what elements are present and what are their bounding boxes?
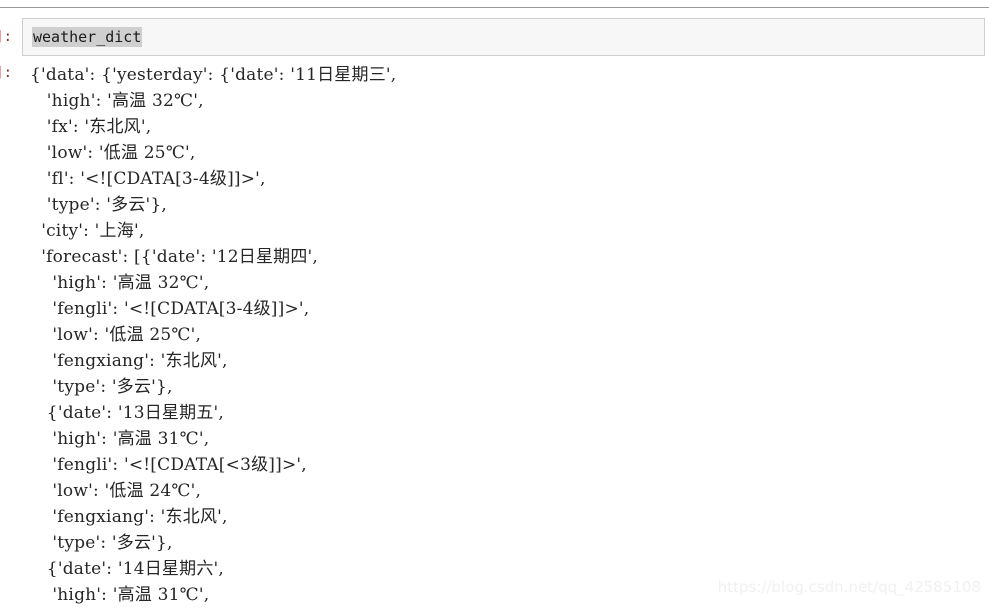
notebook-top-divider (0, 7, 989, 8)
output-prompt-label: ]: (0, 65, 12, 81)
csdn-watermark: https://blog.csdn.net/qq_42585108 (717, 578, 981, 596)
output-text-content: {'data': {'yesterday': {'date': '11日星期三'… (30, 65, 397, 605)
notebook-input-cell-row: ]: weather_dict (0, 18, 989, 58)
code-input-text[interactable]: weather_dict (32, 27, 143, 47)
code-input-area[interactable]: weather_dict (22, 18, 985, 56)
input-prompt-label: ]: (0, 29, 12, 45)
notebook-output-cell-row: ]: {'data': {'yesterday': {'date': '11日星… (0, 62, 989, 610)
